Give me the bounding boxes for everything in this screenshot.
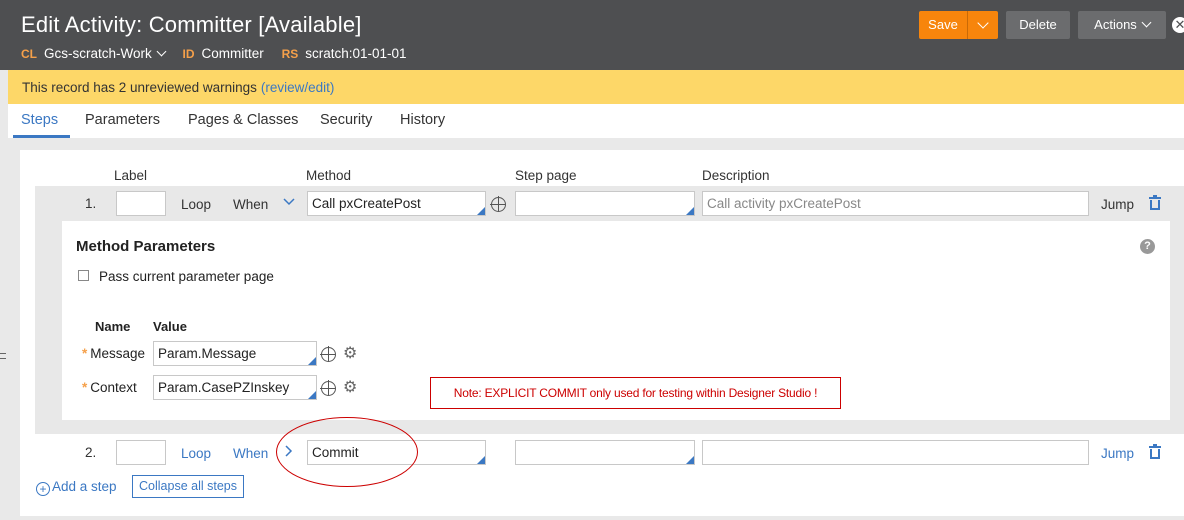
step-page-input[interactable] xyxy=(515,440,695,465)
crosshair-icon[interactable] xyxy=(320,346,336,362)
tab-security[interactable]: Security xyxy=(320,112,372,128)
param-name: * Message xyxy=(82,346,146,361)
tab-bar: Steps Parameters Pages & Classes Securit… xyxy=(8,104,1184,138)
method-value: Call pxCreatePost xyxy=(312,196,421,211)
param-name: * Context xyxy=(82,380,137,395)
autocomplete-indicator xyxy=(308,357,316,365)
param-value-header: Value xyxy=(153,319,187,334)
collapse-all-steps-button[interactable]: Collapse all steps xyxy=(132,475,244,498)
autocomplete-indicator xyxy=(686,207,694,215)
step-label-input[interactable] xyxy=(116,440,166,465)
id-key: ID xyxy=(182,47,195,61)
ruleset-value: scratch:01-01-01 xyxy=(305,46,407,61)
chevron-down-icon xyxy=(977,17,989,29)
crosshair-icon[interactable] xyxy=(490,196,506,212)
param-name-header: Name xyxy=(95,319,131,334)
column-label: Label xyxy=(114,168,148,183)
record-meta: CL Gcs-scratch-Work ID Committer RS scratch… xyxy=(21,46,421,61)
loop-link[interactable]: Loop xyxy=(181,197,211,212)
chevron-down-icon xyxy=(156,46,167,57)
autocomplete-indicator xyxy=(308,391,316,399)
add-circle-icon: + xyxy=(36,482,50,496)
autocomplete-indicator xyxy=(477,456,485,464)
gear-icon[interactable]: ⚙ xyxy=(343,380,357,396)
annotation-ellipse xyxy=(276,417,418,487)
add-step-link[interactable]: + Add a step xyxy=(36,479,117,496)
review-edit-link[interactable]: (review/edit) xyxy=(261,80,335,95)
chevron-down-icon xyxy=(1141,17,1152,28)
jump-link[interactable]: Jump xyxy=(1101,446,1134,461)
column-method: Method xyxy=(306,168,352,183)
steps-panel: Label Method Step page Description 1. Lo… xyxy=(20,150,1184,516)
trash-icon[interactable] xyxy=(1149,444,1161,459)
method-input[interactable]: Call pxCreatePost xyxy=(307,191,486,216)
when-link[interactable]: When xyxy=(233,197,268,212)
trash-icon[interactable] xyxy=(1149,195,1161,210)
class-value[interactable]: Gcs-scratch-Work xyxy=(44,46,167,61)
tab-parameters[interactable]: Parameters xyxy=(85,112,160,128)
ruleset-key: RS xyxy=(281,47,299,61)
save-options-button[interactable] xyxy=(967,11,998,39)
add-step-label: Add a step xyxy=(52,479,117,494)
jump-link[interactable]: Jump xyxy=(1101,197,1134,212)
step-number: 2. xyxy=(85,445,97,460)
required-star: * xyxy=(82,380,88,395)
method-parameters-title: Method Parameters xyxy=(76,238,216,255)
description-input[interactable]: Call activity pxCreatePost xyxy=(702,191,1089,216)
annotation-note: Note: EXPLICIT COMMIT only used for test… xyxy=(430,377,841,409)
loop-link[interactable]: Loop xyxy=(181,446,211,461)
step-number: 1. xyxy=(85,196,97,211)
step-label-input[interactable] xyxy=(116,191,166,216)
warning-banner: This record has 2 unreviewed warnings (re… xyxy=(8,70,1184,104)
delete-button[interactable]: Delete xyxy=(1006,11,1070,39)
gear-icon[interactable]: ⚙ xyxy=(343,346,357,362)
pass-parameter-page-label: Pass current parameter page xyxy=(99,269,274,284)
tab-steps[interactable]: Steps xyxy=(21,112,58,128)
class-key: CL xyxy=(21,47,37,61)
close-icon[interactable]: ✕ xyxy=(1172,17,1184,33)
param-value-input[interactable]: Param.Message xyxy=(153,341,317,366)
warning-text: This record has 2 unreviewed warnings xyxy=(22,80,257,95)
actions-button[interactable]: Actions xyxy=(1078,11,1166,39)
chevron-down-icon[interactable] xyxy=(283,198,295,206)
param-value: Param.CasePZInskey xyxy=(158,380,290,395)
column-step-page: Step page xyxy=(515,168,577,183)
autocomplete-indicator xyxy=(477,207,485,215)
param-value-input[interactable]: Param.CasePZInskey xyxy=(153,375,317,400)
pass-parameter-page-checkbox[interactable] xyxy=(78,270,89,281)
column-description: Description xyxy=(702,168,770,183)
tab-history[interactable]: History xyxy=(400,112,445,128)
step-row-2: 2. Loop When Commit Jump xyxy=(35,434,1184,476)
id-value: Committer xyxy=(201,46,264,61)
description-input[interactable] xyxy=(702,440,1089,465)
step-page-input[interactable] xyxy=(515,191,695,216)
param-value: Param.Message xyxy=(158,346,257,361)
autocomplete-indicator xyxy=(686,456,694,464)
panel-resize-handle[interactable] xyxy=(0,353,6,359)
tab-pages-classes[interactable]: Pages & Classes xyxy=(188,112,298,128)
help-icon[interactable]: ? xyxy=(1140,239,1155,254)
when-link[interactable]: When xyxy=(233,446,268,461)
required-star: * xyxy=(82,346,88,361)
crosshair-icon[interactable] xyxy=(320,380,336,396)
page-title: Edit Activity: Committer [Available] xyxy=(21,12,362,37)
header-bar: Edit Activity: Committer [Available] CL G… xyxy=(0,0,1184,70)
active-tab-indicator xyxy=(13,135,70,138)
actions-label: Actions xyxy=(1094,17,1137,32)
save-button[interactable]: Save xyxy=(919,11,967,39)
